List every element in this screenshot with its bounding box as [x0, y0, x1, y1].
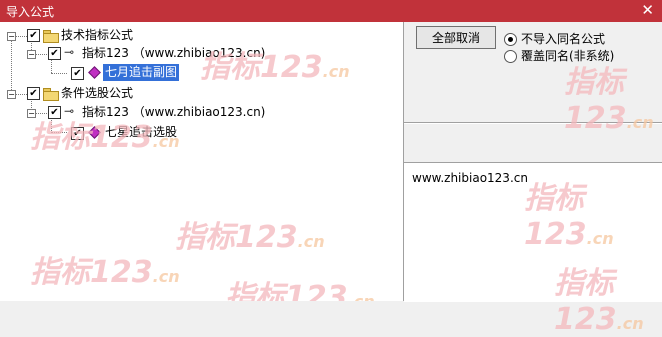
diamond-icon — [89, 67, 99, 77]
tree-item[interactable]: ✔ 七星追击选股 — [0, 124, 400, 141]
item-checkbox[interactable]: ✔ — [71, 67, 84, 80]
diamond-icon — [89, 127, 99, 137]
tree-category-screening[interactable]: − ✔ 条件选股公式 — [0, 85, 400, 102]
item-checkbox[interactable]: ✔ — [71, 127, 84, 140]
radio-unselected-icon[interactable] — [504, 50, 517, 63]
title-bar: 导入公式 ✕ — [0, 0, 662, 22]
item-label: 七星追击选股 — [105, 125, 178, 139]
watermark: 指标123.cn — [175, 220, 325, 255]
formula-checkbox[interactable]: ✔ — [48, 47, 61, 60]
tree-formula-group[interactable]: − ✔ ⊸ 指标123 （www.zhibiao123.cn) — [0, 104, 400, 121]
watermark: 指标123.cn — [30, 255, 180, 290]
watermark: 指标123.cn — [524, 181, 614, 252]
radio-label: 覆盖同名(非系统) — [521, 49, 615, 63]
tree-formula-group[interactable]: − ✔ ⊸ 指标123 （www.zhibiao123.cn) — [0, 45, 400, 62]
category-checkbox[interactable]: ✔ — [27, 87, 40, 100]
collapse-icon[interactable]: − — [7, 32, 16, 41]
divider — [404, 122, 662, 124]
category-label: 条件选股公式 — [61, 86, 134, 100]
folder-icon — [43, 88, 59, 101]
watermark: 指标123.cn — [554, 266, 644, 337]
item-label: 七月追击副图 — [103, 64, 180, 81]
folder-icon — [43, 30, 59, 43]
key-icon: ⊸ — [64, 45, 75, 59]
cancel-all-button[interactable]: 全部取消 — [416, 26, 496, 49]
formula-label: 指标123 （www.zhibiao123.cn) — [82, 46, 266, 60]
watermark: 指标123.cn — [225, 280, 375, 301]
options-panel: 全部取消 不导入同名公式 覆盖同名(非系统) www.zhibiao123.cn… — [404, 22, 662, 337]
radio-selected-icon[interactable] — [504, 33, 517, 46]
collapse-icon[interactable]: − — [7, 90, 16, 99]
category-checkbox[interactable]: ✔ — [27, 29, 40, 42]
tree-item[interactable]: ✔ 七月追击副图 — [0, 64, 400, 81]
close-icon[interactable]: ✕ — [641, 1, 654, 19]
category-label: 技术指标公式 — [61, 28, 134, 42]
formula-checkbox[interactable]: ✔ — [48, 106, 61, 119]
key-icon: ⊸ — [64, 104, 75, 118]
watermark: 指标123.cn — [564, 65, 654, 136]
radio-label: 不导入同名公式 — [521, 32, 606, 46]
formula-tree: − ✔ 技术指标公式 − ✔ ⊸ 指标123 （www.zhibiao123.c… — [0, 22, 404, 301]
info-panel: www.zhibiao123.cn 指标123.cn 指标123.cn — [404, 162, 662, 337]
tree-category-indicator[interactable]: − ✔ 技术指标公式 — [0, 27, 400, 44]
collapse-icon[interactable]: − — [27, 109, 36, 118]
window-title: 导入公式 — [6, 5, 55, 19]
formula-label: 指标123 （www.zhibiao123.cn) — [82, 105, 266, 119]
info-text: www.zhibiao123.cn — [412, 171, 528, 185]
collapse-icon[interactable]: − — [27, 50, 36, 59]
